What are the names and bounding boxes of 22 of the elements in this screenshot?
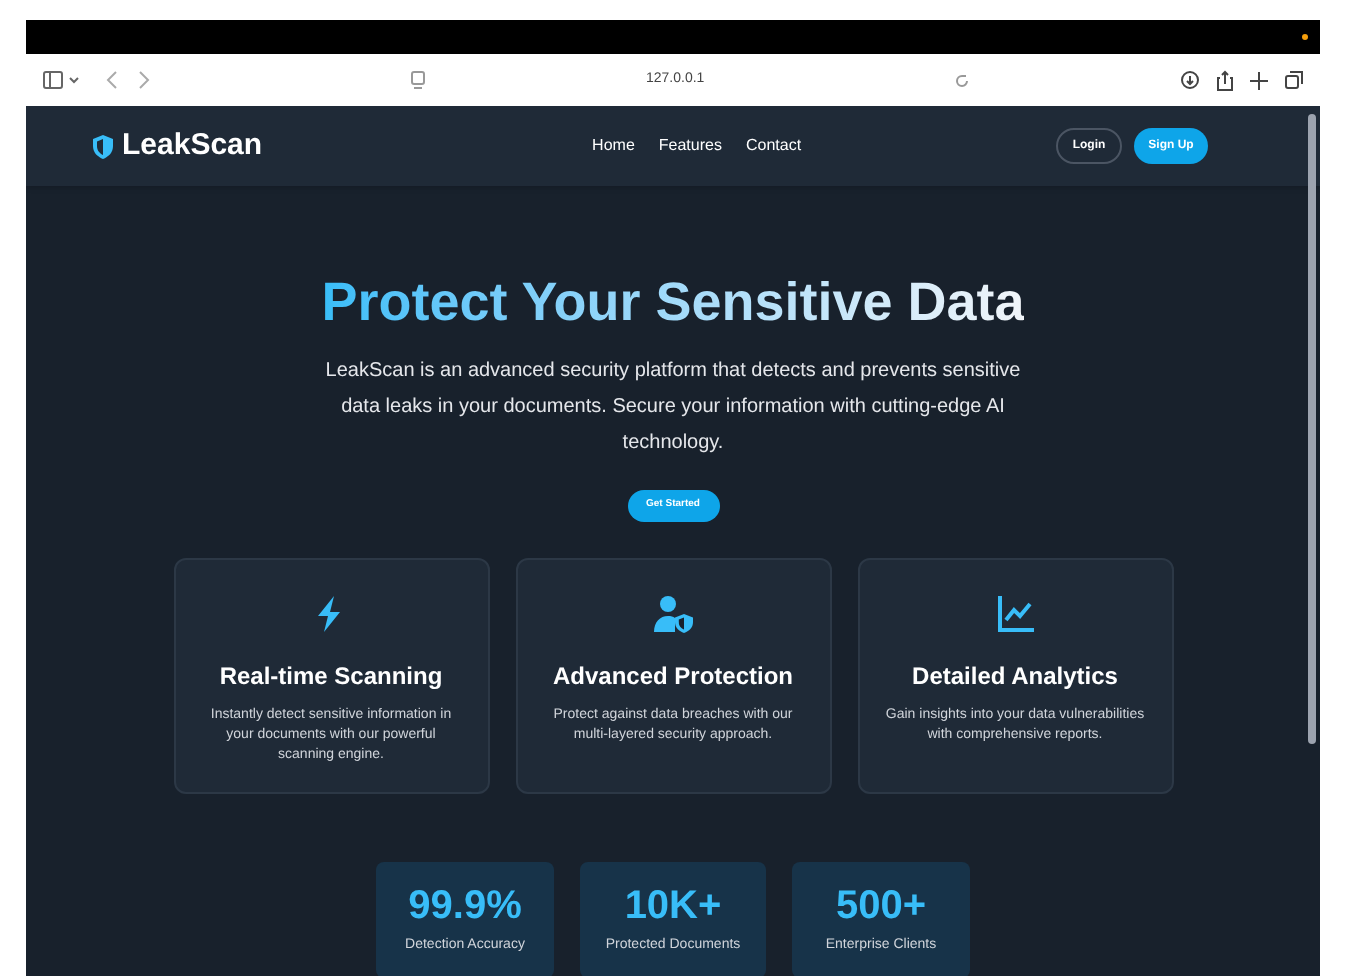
- stat-value: 99.9%: [408, 884, 522, 928]
- feature-title: Detailed Analytics: [912, 660, 1118, 694]
- download-icon[interactable]: [1180, 70, 1200, 90]
- stat-value: 500+: [835, 884, 927, 928]
- feature-title: Real-time Scanning: [219, 660, 443, 694]
- sidebar-icon[interactable]: [42, 70, 82, 90]
- stat-value: 10K+: [624, 884, 722, 928]
- brand-name[interactable]: LeakScan: [122, 123, 263, 169]
- line-chart-icon: [995, 594, 1035, 634]
- page-icon: [410, 70, 426, 90]
- user-shield-icon: [653, 594, 693, 634]
- reload-icon[interactable]: [954, 71, 971, 89]
- plus-icon[interactable]: [1250, 71, 1268, 89]
- nav-link[interactable]: Home: [592, 134, 635, 158]
- feature-title: Advanced Protection: [552, 660, 794, 694]
- share-icon[interactable]: [1216, 69, 1234, 91]
- hero-description: LeakScan is an advanced security platform that detects and prevents sensitive data leaks in your documents. Secure your information with cutting-edge AI technology.: [323, 358, 1023, 458]
- tabs-icon[interactable]: [1284, 70, 1304, 90]
- shield-logo-icon: [92, 133, 114, 159]
- page-scrollbar[interactable]: [1308, 114, 1316, 744]
- nav-link[interactable]: Features: [658, 134, 722, 158]
- nav-link[interactable]: Contact: [745, 134, 802, 158]
